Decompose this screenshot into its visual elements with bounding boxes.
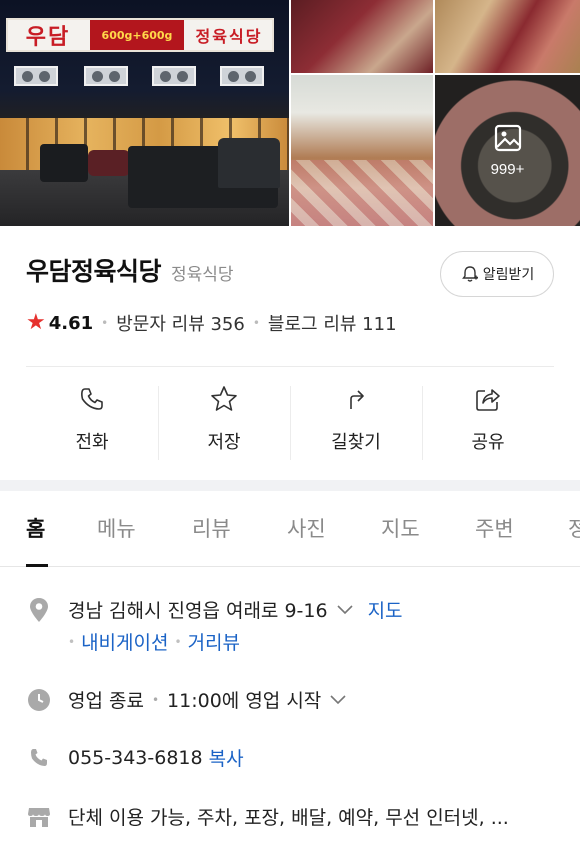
blog-reviews-link[interactable]: 블로그 리뷰 111 xyxy=(268,310,397,336)
share-label: 공유 xyxy=(471,432,505,453)
alert-subscribe-button[interactable]: 알림받기 xyxy=(440,251,554,297)
address-row: 경남 김해시 진영읍 여래로 9-16 지도 xyxy=(26,596,403,623)
more-photos-count: 999+ xyxy=(490,161,525,178)
location-pin-icon xyxy=(30,597,48,622)
visitor-reviews-link[interactable]: 방문자 리뷰 356 xyxy=(116,310,245,336)
call-label: 전화 xyxy=(75,432,109,453)
sign-promo-text: 600g+600g xyxy=(90,20,184,50)
hours-status: 영업 종료 xyxy=(68,690,144,712)
section-divider xyxy=(0,480,580,491)
place-category: 정육식당 xyxy=(171,265,234,285)
parked-truck-left xyxy=(40,144,88,182)
rating-row: ★ 4.61 • 방문자 리뷰 356 • 블로그 리뷰 111 xyxy=(26,310,397,336)
directions-button[interactable]: 길찾기 xyxy=(290,384,422,462)
amenities-row[interactable]: 단체 이용 가능, 주차, 포장, 배달, 예약, 무선 인터넷, ... xyxy=(26,803,509,830)
photo-storefront[interactable]: 우담 600g+600g 정육식당 xyxy=(0,0,289,226)
place-name: 우담정육식당 xyxy=(26,257,162,286)
parked-car xyxy=(88,150,130,176)
amenities-text: 단체 이용 가능, 주차, 포장, 배달, 예약, 무선 인터넷, ... xyxy=(68,807,509,829)
sign-category-text: 정육식당 xyxy=(195,27,263,46)
sign-name-text: 우담 xyxy=(25,25,71,50)
divider xyxy=(26,366,554,367)
phone-row: 055-343-6818 복사 xyxy=(26,744,244,771)
tab-home[interactable]: 홈 xyxy=(26,513,45,543)
save-label: 저장 xyxy=(207,432,241,453)
wall-vents xyxy=(14,66,274,86)
tab-more-cutoff[interactable]: 정 xyxy=(568,513,580,543)
address-map-link[interactable]: 지도 xyxy=(368,596,403,623)
phone-filled-icon xyxy=(31,748,47,766)
alert-subscribe-label: 알림받기 xyxy=(482,267,535,283)
action-bar: 전화 저장 길찾기 공유 xyxy=(26,384,554,462)
tab-bar: 홈 메뉴 리뷰 사진 지도 주변 정 xyxy=(0,491,580,567)
hours-detail: 11:00에 영업 시작 xyxy=(167,690,322,712)
share-button[interactable]: 공유 xyxy=(422,384,554,462)
directions-icon xyxy=(350,390,364,409)
storefront-sign: 우담 600g+600g 정육식당 xyxy=(6,18,274,52)
tab-reviews[interactable]: 리뷰 xyxy=(192,513,231,543)
title-row: 우담정육식당 정육식당 xyxy=(26,252,234,288)
star-icon: ★ xyxy=(26,310,46,335)
tab-map[interactable]: 지도 xyxy=(381,513,420,543)
save-button[interactable]: 저장 xyxy=(158,384,290,462)
share-icon xyxy=(476,389,500,411)
gallery-icon xyxy=(494,124,521,152)
store-icon xyxy=(28,807,50,827)
hours-row[interactable]: 영업 종료 • 11:00에 영업 시작 xyxy=(26,686,361,713)
streetview-link[interactable]: 거리뷰 xyxy=(188,628,240,655)
copy-phone-link[interactable]: 복사 xyxy=(209,744,244,771)
more-photos-overlay[interactable]: 999+ xyxy=(435,75,580,226)
tab-nearby[interactable]: 주변 xyxy=(475,513,514,543)
active-tab-indicator xyxy=(26,564,48,567)
phone-number[interactable]: 055-343-6818 xyxy=(68,747,203,769)
navigation-link[interactable]: 내비게이션 xyxy=(81,628,168,655)
directions-label: 길찾기 xyxy=(331,432,381,453)
photo-meat-1[interactable] xyxy=(291,0,433,73)
call-button[interactable]: 전화 xyxy=(26,384,158,462)
bell-plus-icon xyxy=(461,266,478,282)
tab-photos[interactable]: 사진 xyxy=(287,513,326,543)
address-text[interactable]: 경남 김해시 진영읍 여래로 9-16 xyxy=(68,596,328,623)
address-sublinks: • 내비게이션 • 거리뷰 xyxy=(68,628,240,655)
photo-meat-2[interactable] xyxy=(435,0,580,73)
chevron-down-icon[interactable] xyxy=(329,694,347,706)
rating-value: 4.61 xyxy=(48,312,94,334)
phone-icon xyxy=(81,388,103,410)
star-outline-icon xyxy=(211,386,237,411)
tab-menu[interactable]: 메뉴 xyxy=(97,513,136,543)
chevron-down-icon[interactable] xyxy=(336,604,354,616)
clock-icon xyxy=(28,688,50,711)
photo-gallery[interactable]: 우담 600g+600g 정육식당 999+ xyxy=(0,0,580,226)
